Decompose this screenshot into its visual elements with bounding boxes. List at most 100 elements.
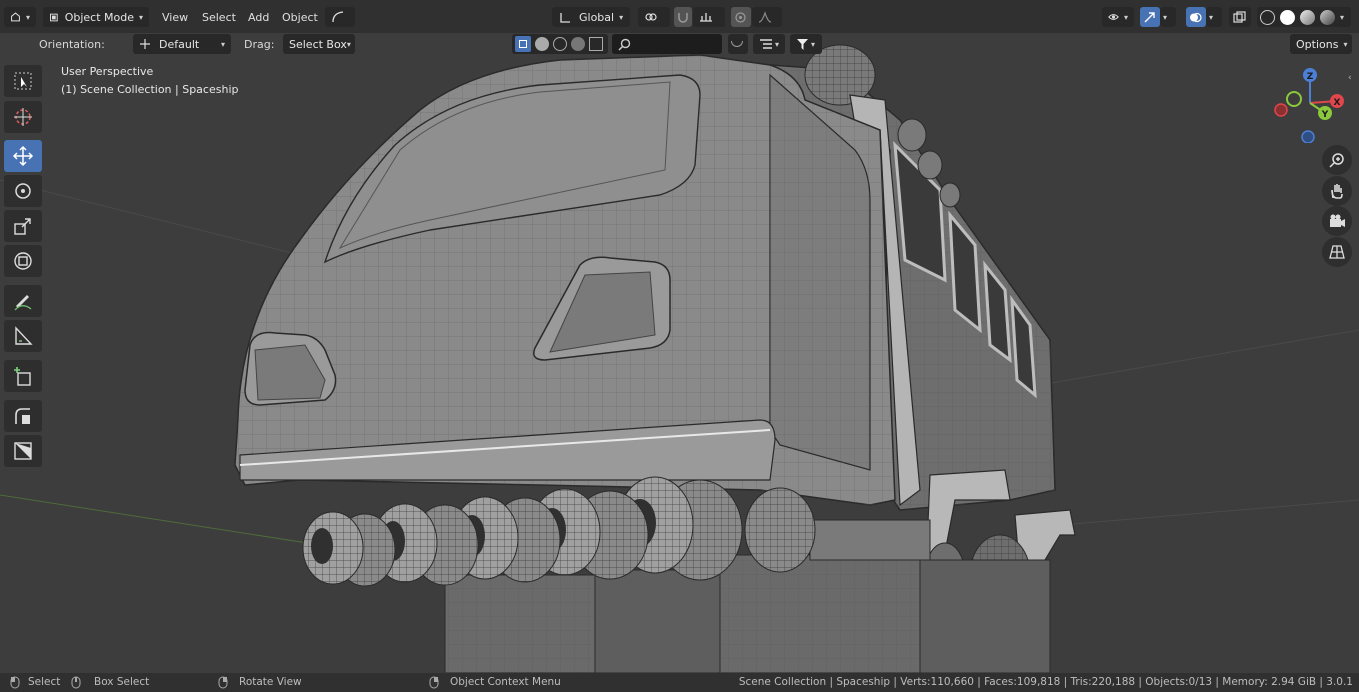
mouse-left-icon: [10, 676, 20, 689]
select-mode-group: [512, 34, 608, 54]
select-extend-icon[interactable]: [535, 37, 549, 51]
orientation-dropdown[interactable]: Default ▾: [133, 34, 231, 54]
status-context-menu: Object Context Menu: [450, 676, 561, 688]
chevron-down-icon: ▾: [1123, 12, 1128, 22]
tool-scale[interactable]: [4, 210, 42, 242]
wireframe-shading-icon[interactable]: [1260, 9, 1275, 25]
transform-orientation-dropdown[interactable]: Global ▾: [552, 7, 630, 27]
orientation-icon: [140, 39, 150, 49]
options-dropdown[interactable]: Options ▾: [1290, 34, 1352, 54]
pivot-icon: [645, 13, 657, 21]
menu-view[interactable]: View: [162, 8, 188, 26]
3d-viewport[interactable]: User Perspective (1) Scene Collection | …: [0, 33, 1359, 673]
snap-increment-icon: [700, 13, 712, 22]
proportional-edit-toggle[interactable]: [731, 7, 751, 27]
move-icon: [12, 145, 34, 167]
visibility-button[interactable]: ▾: [1102, 7, 1134, 27]
scene-statistics: Scene Collection | Spaceship | Verts:110…: [738, 676, 1353, 688]
overlays-menu[interactable]: ▾: [1206, 7, 1222, 27]
mode-label: Object Mode: [64, 10, 134, 24]
search-input[interactable]: [612, 34, 722, 54]
magnet-icon: [678, 13, 688, 23]
mouse-middle-icon: [71, 676, 81, 689]
mouse-right-icon: [429, 676, 439, 689]
zoom-button[interactable]: [1322, 145, 1352, 175]
select-subtract-icon[interactable]: [553, 37, 567, 51]
rotate-icon: [15, 183, 31, 199]
transform-icon: [14, 252, 32, 270]
orientation-value: Default: [159, 37, 200, 51]
camera-icon: [1330, 214, 1345, 227]
gizmo-icon: [1144, 11, 1155, 22]
filter-icon: [797, 38, 808, 50]
menu-add[interactable]: Add: [248, 8, 269, 26]
menu-select[interactable]: Select: [202, 8, 236, 26]
tool-inset[interactable]: [4, 435, 42, 467]
filter-button[interactable]: ▾: [790, 34, 822, 54]
editor-type-button[interactable]: ▾: [4, 7, 36, 27]
falloff-curve-icon: [758, 11, 772, 23]
collection-path: (1) Scene Collection | Spaceship: [61, 83, 239, 96]
select-box-icon: [14, 72, 32, 90]
menu-object[interactable]: Object: [282, 8, 318, 26]
tool-measure[interactable]: [4, 320, 42, 352]
rendered-shading-icon[interactable]: [1320, 9, 1335, 25]
tool-rotate[interactable]: [4, 175, 42, 207]
select-intersect-icon[interactable]: [589, 37, 603, 51]
overlays-toggle[interactable]: [1186, 7, 1206, 27]
pivot-point-button[interactable]: [638, 7, 670, 27]
scene-render: [0, 44, 1359, 673]
status-bar: Select Box Select Rotate View Object Con…: [0, 673, 1359, 692]
tool-annotate[interactable]: [4, 285, 42, 317]
snap-toggle[interactable]: [674, 7, 692, 27]
camera-view-button[interactable]: [1322, 206, 1352, 236]
gizmo-toggle[interactable]: [1140, 7, 1160, 27]
select-invert-icon[interactable]: [571, 37, 585, 51]
add-cube-icon: [14, 367, 31, 386]
solid-shading-icon[interactable]: [1280, 9, 1295, 25]
tool-select-box[interactable]: [4, 65, 42, 97]
tool-cursor[interactable]: [4, 101, 42, 133]
measure-icon: [15, 326, 33, 345]
select-new-icon[interactable]: [515, 36, 531, 52]
display-mode-button[interactable]: [728, 34, 748, 54]
drag-value: Select Box: [289, 37, 347, 51]
chevron-down-icon: ▾: [1163, 12, 1168, 22]
status-select: Select: [28, 676, 61, 688]
navigation-gizmo[interactable]: Z X Y: [1270, 63, 1350, 143]
search-icon: [618, 38, 631, 51]
tool-move[interactable]: [4, 140, 42, 172]
tool-extrude[interactable]: [4, 400, 42, 432]
xray-toggle[interactable]: [1229, 7, 1251, 27]
annotate-icon: [14, 295, 32, 311]
gizmo-menu[interactable]: ▾: [1160, 7, 1176, 27]
orientation-axes-icon: [560, 12, 570, 23]
mode-dropdown[interactable]: Object Mode ▾: [43, 7, 149, 27]
filter-group-button[interactable]: ▾: [753, 34, 785, 54]
object-mode-icon: [50, 13, 58, 21]
scale-icon: [14, 218, 31, 235]
sidebar-toggle[interactable]: ‹: [1348, 73, 1352, 83]
eye-icon: [1108, 14, 1119, 20]
chevron-down-icon[interactable]: ▾: [1340, 13, 1344, 22]
chevron-down-icon: ▾: [346, 39, 351, 49]
pan-button[interactable]: [1322, 176, 1352, 206]
chevron-down-icon: ▾: [220, 39, 225, 49]
tool-transform[interactable]: [4, 245, 42, 277]
drag-dropdown[interactable]: Select Box ▾: [283, 34, 355, 54]
status-rotate-view: Rotate View: [239, 676, 302, 688]
drag-label: Drag:: [244, 38, 275, 51]
chevron-down-icon: ▾: [774, 39, 779, 49]
tool-add-cube[interactable]: [4, 360, 42, 392]
status-box-select: Box Select: [94, 676, 150, 688]
falloff-button[interactable]: [752, 7, 782, 27]
snap-mode-button[interactable]: [325, 7, 355, 27]
gizmo-y-label: Y: [1321, 110, 1329, 120]
half-circle-icon: [731, 41, 743, 47]
view-name: User Perspective: [61, 65, 154, 78]
snap-target-button[interactable]: [693, 7, 725, 27]
ortho-toggle-button[interactable]: [1322, 237, 1352, 267]
material-shading-icon[interactable]: [1300, 9, 1315, 25]
chevron-down-icon: ▾: [1343, 39, 1348, 49]
chevron-down-icon: ▾: [811, 39, 816, 49]
